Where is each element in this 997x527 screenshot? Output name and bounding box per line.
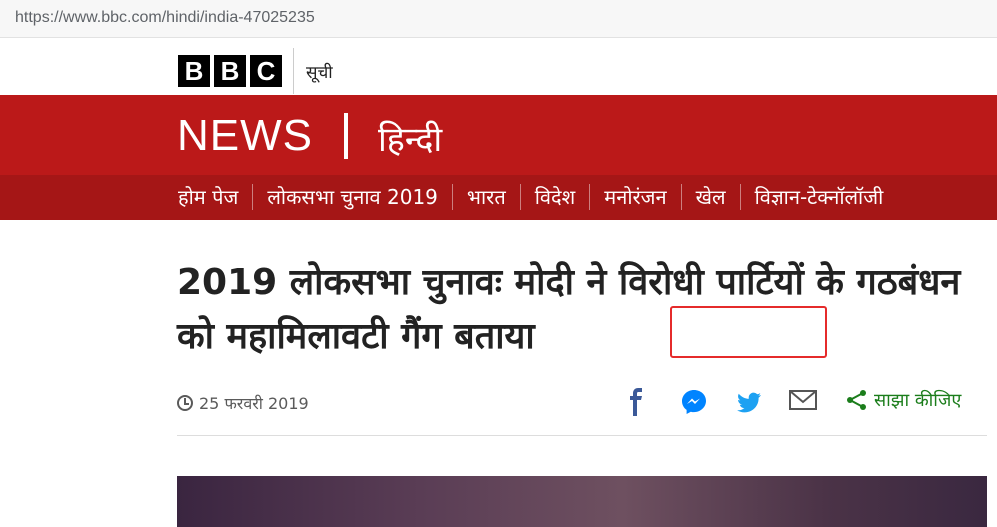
- annotation-highlight-box: [670, 306, 827, 358]
- nav-item-sport[interactable]: खेल: [680, 184, 740, 210]
- language-label[interactable]: हिन्दी: [378, 115, 442, 161]
- meta-divider: [177, 435, 987, 436]
- share-more-button[interactable]: साझा कीजिए: [846, 388, 961, 412]
- share-facebook-button[interactable]: [624, 388, 648, 416]
- email-icon: [789, 390, 817, 410]
- nav-item-world[interactable]: विदेश: [519, 184, 590, 210]
- section-nav: होम पेज लोकसभा चुनाव 2019 भारत विदेश मनो…: [0, 175, 997, 220]
- menu-link[interactable]: सूची: [306, 60, 333, 83]
- bbc-logo-letter: B: [214, 55, 246, 87]
- url-text[interactable]: https://www.bbc.com/hindi/india-47025235: [15, 9, 315, 27]
- nav-item-election[interactable]: लोकसभा चुनाव 2019: [252, 184, 452, 210]
- bbc-logo[interactable]: B B C: [178, 55, 282, 87]
- brand-divider: [344, 113, 348, 159]
- nav-item-entertainment[interactable]: मनोरंजन: [589, 184, 680, 210]
- news-logo[interactable]: NEWS: [177, 111, 313, 161]
- bbc-top-bar: B B C सूची: [0, 38, 997, 95]
- share-messenger-button[interactable]: [680, 388, 708, 416]
- article-date: 25 फरवरी 2019: [199, 394, 309, 413]
- nav-item-science-tech[interactable]: विज्ञान-टेक्नॉलॉजी: [739, 184, 898, 210]
- share-email-button[interactable]: [788, 388, 818, 412]
- share-label: साझा कीजिए: [874, 390, 962, 411]
- twitter-icon: [737, 392, 761, 413]
- nav-item-india[interactable]: भारत: [451, 184, 520, 210]
- news-brand-bar: NEWS हिन्दी: [0, 95, 997, 175]
- facebook-icon: [630, 388, 642, 416]
- article-title: 2019 लोकसभा चुनावः मोदी ने विरोधी पार्टि…: [177, 262, 961, 357]
- article-meta: 25 फरवरी 2019: [177, 392, 309, 414]
- bbc-logo-letter: B: [178, 55, 210, 87]
- share-icon: [847, 390, 866, 410]
- browser-address-bar[interactable]: https://www.bbc.com/hindi/india-47025235: [0, 0, 997, 38]
- share-twitter-button[interactable]: [735, 388, 763, 416]
- clock-icon: [177, 395, 193, 411]
- messenger-icon: [682, 390, 706, 414]
- bbc-logo-letter: C: [250, 55, 282, 87]
- hero-image: [177, 476, 987, 527]
- header-divider: [293, 48, 294, 94]
- nav-item-home[interactable]: होम पेज: [178, 184, 252, 210]
